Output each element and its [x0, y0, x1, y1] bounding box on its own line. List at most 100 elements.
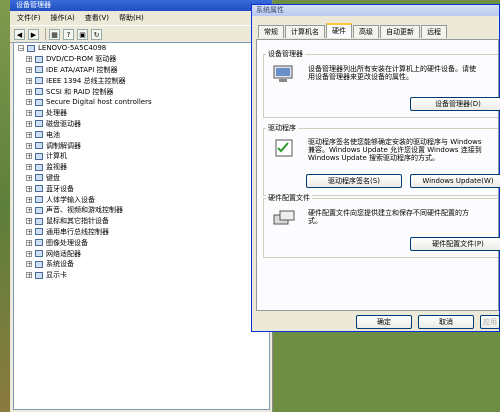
expand-icon[interactable]: +: [26, 196, 32, 203]
expand-icon[interactable]: +: [26, 174, 32, 181]
root-label: LENOVO-5A5C4098: [38, 44, 107, 53]
tab-computer-name[interactable]: 计算机名: [285, 25, 325, 38]
device-category-row[interactable]: + 图像处理设备: [14, 237, 269, 248]
hardware-profiles-button[interactable]: 硬件配置文件(P): [410, 237, 500, 251]
device-category-label: DVD/CD-ROM 驱动器: [46, 55, 117, 64]
device-category-row[interactable]: + 处理器: [14, 108, 269, 119]
expand-icon[interactable]: +: [26, 142, 32, 149]
tab-automatic-updates[interactable]: 自动更新: [380, 25, 420, 38]
ok-button[interactable]: 确定: [356, 315, 412, 329]
cancel-button[interactable]: 取消: [418, 315, 474, 329]
forward-icon[interactable]: ▶: [28, 28, 39, 40]
description-line: 驱动程序签名使您能够确定安装的驱动程序与 Windows: [308, 138, 482, 146]
apply-button[interactable]: 应用: [480, 315, 500, 329]
menu-view[interactable]: 查看(V): [80, 11, 114, 25]
menu-help[interactable]: 帮助(H): [114, 11, 149, 25]
device-category-row[interactable]: + 计算机: [14, 151, 269, 162]
drivers-group: 驱动程序 驱动程序签名使您能够确定安装的驱动程序与 Windows 兼容。Win…: [263, 123, 500, 196]
device-category-row[interactable]: + 磁盘驱动器: [14, 119, 269, 130]
expand-icon[interactable]: +: [26, 77, 32, 84]
device-category-row[interactable]: + SCSI 和 RAID 控制器: [14, 86, 269, 97]
expand-icon[interactable]: +: [26, 56, 32, 63]
windows-update-button[interactable]: Windows Update(W): [410, 174, 500, 188]
device-category-row[interactable]: + 蓝牙设备: [14, 183, 269, 194]
expand-icon[interactable]: +: [26, 153, 32, 160]
network-adapter-icon: [35, 250, 43, 258]
expand-icon[interactable]: +: [26, 207, 32, 214]
system-device-icon: [35, 260, 43, 268]
device-category-row[interactable]: + 网络适配器: [14, 248, 269, 259]
expand-icon[interactable]: +: [26, 164, 32, 171]
device-category-row[interactable]: + 通用串行总线控制器: [14, 227, 269, 238]
modem-icon: [35, 142, 43, 150]
menu-action[interactable]: 操作(A): [46, 11, 80, 25]
expand-icon[interactable]: +: [26, 131, 32, 138]
description-line: 兼容。Windows Update 允许您设置 Windows 连接到: [308, 146, 482, 154]
hardware-tab-panel: 设备管理器 设备管理器列出所有安装在计算机上的硬件设备。请使 用设备管理器来更改…: [256, 39, 500, 311]
device-category-label: 显示卡: [46, 271, 67, 280]
view-icon[interactable]: ▣: [77, 28, 88, 40]
device-category-row[interactable]: + 鼠标和其它指针设备: [14, 216, 269, 227]
device-category-row[interactable]: + 系统设备: [14, 259, 269, 270]
device-category-row[interactable]: + IEEE 1394 总线主控制器: [14, 75, 269, 86]
driver-checklist-icon: [275, 139, 293, 157]
sd-host-icon: [35, 98, 43, 106]
tab-general[interactable]: 常规: [258, 25, 284, 38]
expand-icon[interactable]: +: [26, 120, 32, 127]
expand-icon[interactable]: +: [26, 261, 32, 268]
computer-icon: [35, 152, 43, 160]
monitor-icon: [35, 163, 43, 171]
device-manager-button[interactable]: 设备管理器(D): [410, 97, 500, 111]
hardware-profile-icon: [273, 210, 295, 225]
expand-icon[interactable]: +: [26, 218, 32, 225]
device-category-row[interactable]: + DVD/CD-ROM 驱动器: [14, 54, 269, 65]
imaging-icon: [35, 239, 43, 247]
collapse-icon[interactable]: −: [18, 45, 24, 52]
mouse-icon: [35, 217, 43, 225]
dvd-drive-icon: [35, 55, 43, 63]
device-category-row[interactable]: + 键盘: [14, 173, 269, 184]
device-tree[interactable]: − LENOVO-5A5C4098 + DVD/CD-ROM 驱动器 + IDE AT…: [13, 42, 270, 410]
device-category-row[interactable]: + IDE ATA/ATAPI 控制器: [14, 65, 269, 76]
device-category-row[interactable]: + Secure Digital host controllers: [14, 97, 269, 108]
expand-icon[interactable]: +: [26, 239, 32, 246]
system-properties-dialog: 系统属性 常规 计算机名 硬件 高级 自动更新 远程 设备管理器 设备管理器列出…: [251, 4, 500, 332]
device-manager-icon: [273, 65, 293, 82]
properties-icon[interactable]: ▦: [49, 28, 60, 40]
tree-root[interactable]: − LENOVO-5A5C4098: [14, 43, 269, 54]
device-category-label: 人体学输入设备: [46, 195, 95, 204]
tab-hardware[interactable]: 硬件: [326, 23, 352, 38]
driver-signing-button[interactable]: 驱动程序签名(S): [306, 174, 402, 188]
device-category-row[interactable]: + 人体学输入设备: [14, 194, 269, 205]
expand-icon[interactable]: +: [26, 88, 32, 95]
usb-icon: [35, 228, 43, 236]
tab-remote[interactable]: 远程: [421, 25, 447, 38]
device-manager-group: 设备管理器 设备管理器列出所有安装在计算机上的硬件设备。请使 用设备管理器来更改…: [263, 49, 500, 118]
expand-icon[interactable]: +: [26, 228, 32, 235]
sound-icon: [35, 206, 43, 214]
device-manager-window: 设备管理器 文件(F) 操作(A) 查看(V) 帮助(H) ◀ ▶ ▦ ? ▣ …: [10, 0, 273, 412]
menu-file[interactable]: 文件(F): [12, 11, 46, 25]
device-category-row[interactable]: + 电池: [14, 129, 269, 140]
expand-icon[interactable]: +: [26, 99, 32, 106]
expand-icon[interactable]: +: [26, 66, 32, 73]
expand-icon[interactable]: +: [26, 185, 32, 192]
device-category-row[interactable]: + 声音、视频和游戏控制器: [14, 205, 269, 216]
device-category-label: 调制解调器: [46, 141, 81, 150]
expand-icon[interactable]: +: [26, 110, 32, 117]
device-category-row[interactable]: + 调制解调器: [14, 140, 269, 151]
help-icon[interactable]: ?: [63, 28, 74, 40]
back-icon[interactable]: ◀: [14, 28, 25, 40]
device-category-row[interactable]: + 显示卡: [14, 270, 269, 281]
description-line: 设备管理器列出所有安装在计算机上的硬件设备。请使: [308, 65, 476, 73]
refresh-icon[interactable]: ↻: [91, 28, 102, 40]
device-category-row[interactable]: + 监视器: [14, 162, 269, 173]
tab-strip: 常规 计算机名 硬件 高级 自动更新 远程: [258, 23, 499, 39]
expand-icon[interactable]: +: [26, 272, 32, 279]
tab-advanced[interactable]: 高级: [353, 25, 379, 38]
device-category-label: 系统设备: [46, 260, 74, 269]
device-category-label: 电池: [46, 130, 60, 139]
expand-icon[interactable]: +: [26, 250, 32, 257]
device-category-label: 声音、视频和游戏控制器: [46, 206, 123, 215]
ieee1394-icon: [35, 77, 43, 85]
